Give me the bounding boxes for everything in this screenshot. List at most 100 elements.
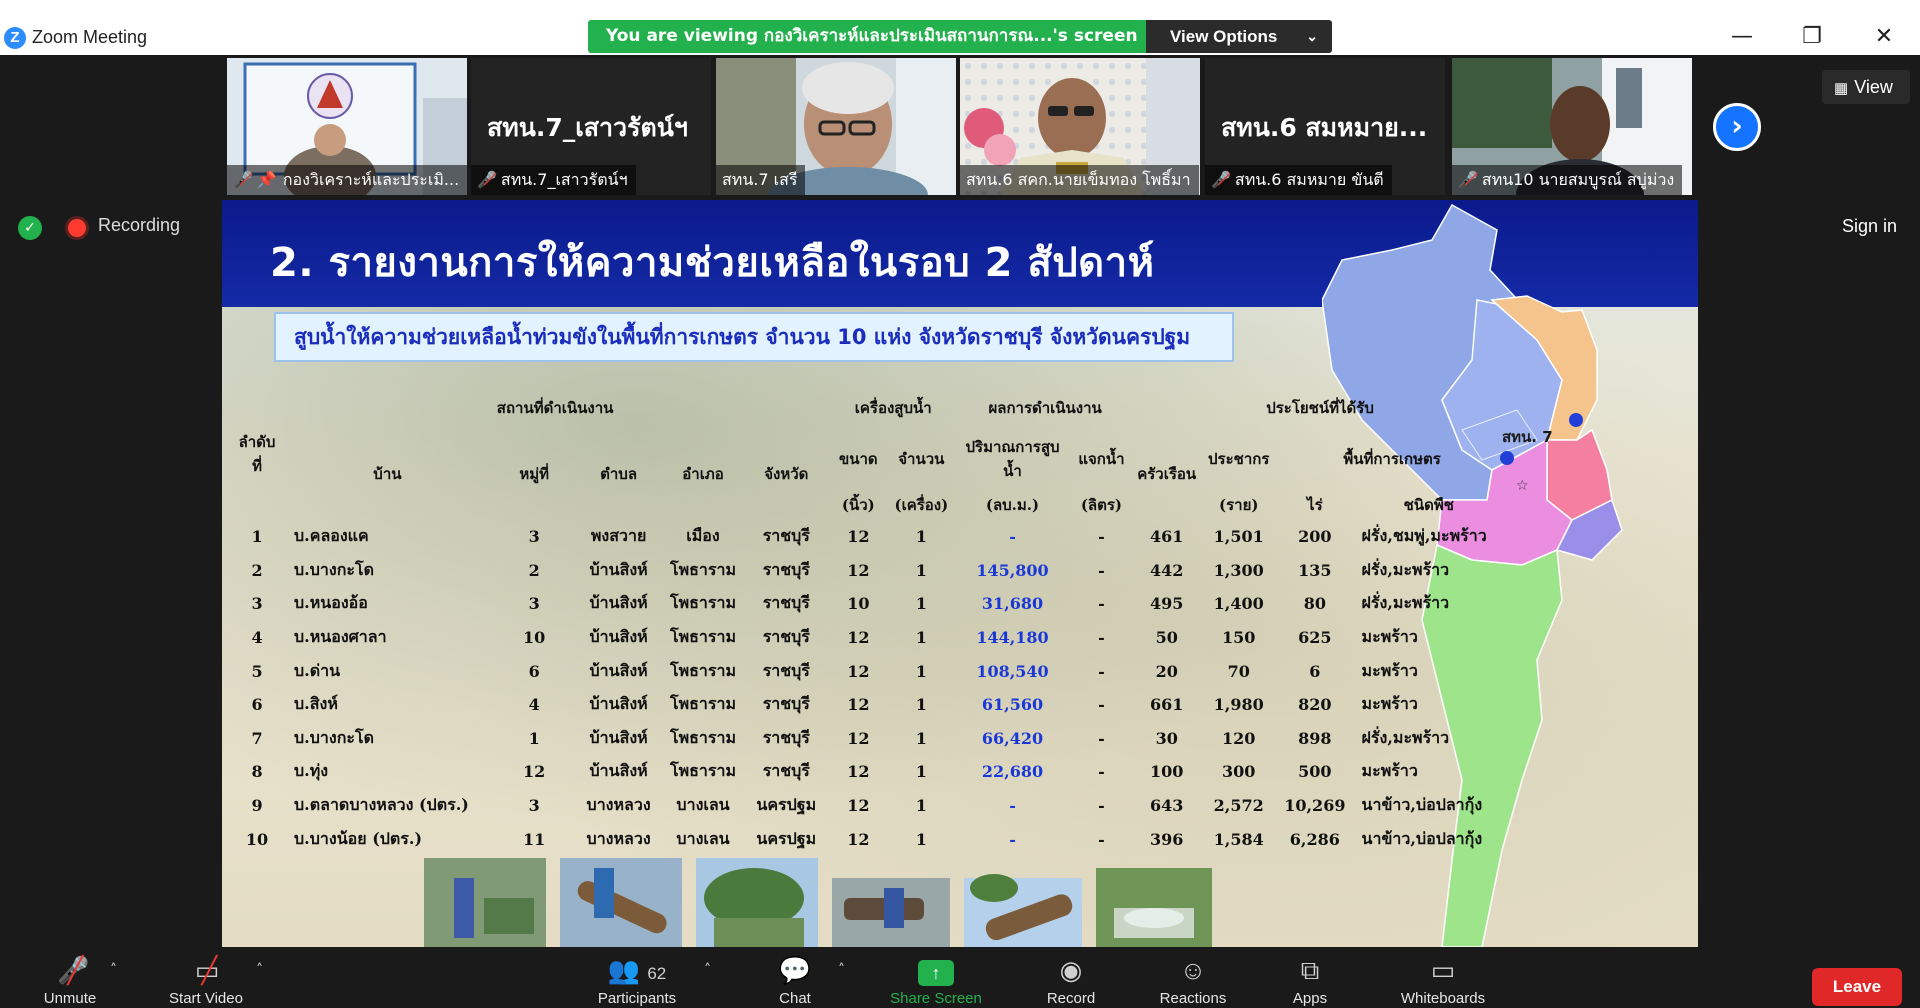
apps-button[interactable]: ⧉ Apps [1280,954,1340,1007]
header-group-result: ผลการดำเนินงาน [988,399,1102,417]
participant-display-name: สทน.6 สมหมาย... [1221,113,1428,142]
header-water-dist-unit: (ลิตร) [1080,496,1123,514]
sign-in-link[interactable]: Sign in [1842,216,1897,237]
unmute-button[interactable]: 🎤╱ Unmute [30,954,110,1007]
header-group-location: สถานที่ดำเนินงาน [496,399,614,417]
cell-no: 7 [251,728,263,748]
cell-households: 396 [1150,829,1184,849]
participant-tile[interactable]: สทน.6 สคก.นายเข็มทอง โพธิ์มา [960,58,1200,195]
header-crop: ชนิดพืช [1403,496,1454,514]
view-button[interactable]: ▦ View [1822,70,1910,104]
window-title: Zoom Meeting [32,27,148,47]
pin-icon: 📌 [256,170,277,189]
participant-tile[interactable]: สทน.6 สมหมาย... 🎤̸ สทน.6 สมหมาย ขันตี [1205,58,1445,195]
cell-province: ราชบุรี [762,526,810,546]
audio-options-caret-icon[interactable]: ˄ [110,962,117,978]
cell-population: 300 [1222,762,1256,782]
cell-village: บ.บางน้อย (ปตร.) [294,828,423,848]
participant-name: สทน10 นายสมบูรณ์ สบู่ม่วง [1481,170,1675,189]
cell-water: - [1098,829,1105,849]
participant-tile[interactable]: สทน.7_เสาวรัตน์ฯ 🎤̸ สทน.7_เสาวรัตน์ฯ [471,58,711,195]
participant-name: สทน.7_เสาวรัตน์ฯ [500,170,628,189]
participant-tile[interactable]: 🎤̸ สทน10 นายสมบูรณ์ สบู่ม่วง [1452,58,1692,195]
cell-rai: 6,286 [1289,829,1340,849]
participant-name-bar: สทน.7 เสรี [716,165,806,195]
site-photo [560,858,682,947]
chat-label: Chat [779,990,811,1007]
header-households: ครัวเรือน [1137,465,1197,483]
table-row: 10 บ.บางน้อย (ปตร.) 11 บางหลวง บางเลน นครปฐม 1… [234,822,1506,856]
cell-volume: 108,540 [976,661,1049,681]
cell-count: 1 [915,628,927,648]
reactions-button[interactable]: ☺ Reactions [1148,954,1238,1007]
start-video-button[interactable]: ▭╱ Start Video [156,954,256,1007]
recording-label[interactable]: Recording [98,215,180,236]
cell-tambon: บ้านสิงห์ [589,627,648,647]
leave-button[interactable]: Leave [1812,968,1902,1006]
cell-crop: ฝรั่ง,ชมพู่,มะพร้าว [1361,526,1487,546]
cell-crop: ฝรั่ง,มะพร้าว [1361,727,1450,747]
cell-count: 1 [915,695,927,715]
participant-name: สทน.6 สคก.นายเข็มทอง โพธิ์มา [966,170,1191,189]
next-page-button[interactable]: › [1713,103,1761,151]
cell-amphoe: โพธาราม [670,694,737,714]
table-row: 8 บ.ทุ่ง 12 บ้านสิงห์ โพธาราม ราชบุรี 12 1 22,68… [234,755,1506,789]
header-count: จำนวน [898,450,945,468]
cell-moo: 6 [528,661,540,681]
header-tambon: ตำบล [600,465,638,483]
cell-village: บ.สิงห์ [294,694,338,714]
cell-size: 12 [847,762,870,782]
whiteboards-button[interactable]: ▭ Whiteboards [1388,954,1498,1007]
header-size: ขนาด [838,450,878,468]
participants-button[interactable]: 👥 62 Participants [574,954,700,1007]
view-options-label: View Options [1170,27,1278,46]
mic-muted-icon: 🎤̸ [1211,170,1231,189]
cell-water: - [1098,728,1105,748]
chat-options-caret-icon[interactable]: ˄ [838,962,845,978]
cell-rai: 820 [1298,695,1332,715]
title-bar: Z Zoom Meeting You are viewing กองวิเครา… [0,0,1920,55]
minimize-button[interactable]: — [1722,24,1762,52]
participants-options-caret-icon[interactable]: ˄ [704,962,711,978]
site-photo [832,878,950,947]
cell-province: ราชบุรี [762,727,810,747]
cell-province: ราชบุรี [762,694,810,714]
header-group-benefit: ประโยชน์ที่ได้รับ [1266,399,1374,417]
cell-volume: - [1009,527,1016,547]
table-row: 1 บ.คลองแค 3 พงสวาย เมือง ราชบุรี 12 1 - - 461 1,50… [234,520,1506,554]
mic-muted-icon: 🎤╱ [56,955,90,985]
participant-tile-active-speaker[interactable]: สทน.7 เสรี [716,58,956,195]
cell-volume: 22,680 [981,762,1044,782]
cell-amphoe: เมือง [686,526,720,546]
header-size-unit: (นิ้ว) [841,496,875,514]
cell-population: 150 [1222,628,1256,648]
table-row: 5 บ.ด่าน 6 บ้านสิงห์ โพธาราม ราชบุรี 12 1 108,54… [234,654,1506,688]
close-button[interactable]: ✕ [1864,24,1904,52]
participant-name: กองวิเคราะห์และประเมิ... [282,170,460,189]
header-moo: หมู่ที่ [519,465,550,483]
participant-name-bar: สทน.6 สคก.นายเข็มทอง โพธิ์มา [960,165,1199,195]
video-options-caret-icon[interactable]: ˄ [256,962,263,978]
header-volume-unit: (ลบ.ม.) [985,496,1040,514]
cell-water: - [1098,695,1105,715]
security-shield-icon[interactable]: ✓ [18,216,42,240]
chat-button[interactable]: 💬 Chat [760,954,830,1007]
cell-volume: - [1009,829,1016,849]
share-screen-button[interactable]: ↑ Share Screen [876,954,996,1007]
table-row: 9 บ.ตลาดบางหลวง (ปตร.) 3 บางหลวง บางเลน นครปฐ… [234,789,1506,823]
chevron-down-icon: ⌄ [1306,28,1318,44]
table-header: ลำดับที่ สถานที่ดำเนินงาน เครื่องสูบน้ำ … [234,388,1506,520]
participant-tile[interactable]: 🎤̸ 📌 กองวิเคราะห์และประเมิ... [227,58,467,195]
cell-no: 1 [251,527,263,547]
cell-moo: 12 [523,762,546,782]
cell-amphoe: โพธาราม [670,627,737,647]
table-row: 4 บ.หนองศาลา 10 บ้านสิงห์ โพธาราม ราชบุรี 12 1 1… [234,621,1506,655]
cell-size: 12 [847,829,870,849]
view-options-button[interactable]: View Options ⌄ [1146,20,1332,53]
record-button[interactable]: ◉ Record [1036,954,1106,1007]
cell-water: - [1098,594,1105,614]
participant-display-name: สทน.7_เสาวรัตน์ฯ [487,113,688,142]
cell-crop: นาข้าว,บ่อปลากุ้ง [1361,795,1483,815]
restore-button[interactable]: ❐ [1792,24,1832,52]
cell-moo: 3 [528,594,540,614]
